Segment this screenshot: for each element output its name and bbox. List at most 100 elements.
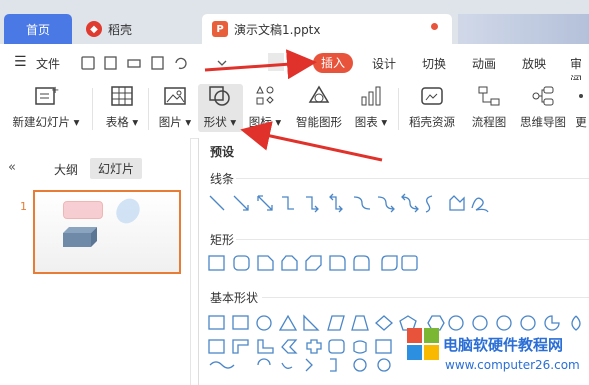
tab-document-label: 演示文稿1.pptx bbox=[234, 22, 321, 37]
thumb-leaf-shape bbox=[111, 194, 145, 228]
brace-icon bbox=[330, 358, 337, 372]
picture-label: 图片 bbox=[158, 115, 182, 129]
picture-button[interactable]: 图片 ▾ bbox=[156, 84, 194, 130]
docer-resource-icon bbox=[421, 87, 443, 105]
docer-logo-icon: ◆ bbox=[86, 21, 102, 37]
flowchart-button[interactable]: 流程图 bbox=[468, 84, 510, 130]
preview-icon bbox=[151, 56, 164, 70]
menu-file[interactable]: 文件 bbox=[36, 55, 60, 72]
shape-button[interactable]: 形状 ▾ bbox=[200, 84, 240, 130]
frame-icon bbox=[208, 339, 225, 354]
smart-shape-button[interactable]: 智能图形 bbox=[292, 84, 346, 130]
bracket-icon bbox=[305, 358, 313, 372]
collapse-panel-icon[interactable]: « bbox=[8, 160, 16, 175]
smart-shape-label: 智能图形 bbox=[296, 115, 342, 129]
table-label: 表格 bbox=[105, 115, 129, 129]
chevron-down-icon bbox=[217, 60, 227, 66]
line-icon bbox=[209, 195, 225, 211]
elbow-arrow-icon bbox=[306, 196, 319, 213]
double-arrow-line-icon bbox=[257, 195, 273, 211]
tab-slides[interactable]: 幻灯片 bbox=[90, 158, 143, 179]
can-icon bbox=[353, 340, 367, 354]
more-button[interactable]: 更 bbox=[574, 84, 588, 130]
slide-number: 1 bbox=[20, 200, 27, 213]
curved-double-arrow-icon bbox=[401, 193, 419, 213]
cube-icon bbox=[375, 339, 392, 354]
ribbon-divider bbox=[92, 88, 93, 130]
print-icon bbox=[127, 59, 141, 68]
tab-outline[interactable]: 大纲 bbox=[54, 161, 78, 178]
save-icon bbox=[81, 56, 95, 70]
table-button[interactable]: 表格 ▾ bbox=[102, 84, 142, 130]
diagonal-stripe-icon bbox=[281, 339, 298, 354]
docer-resource-label: 稻壳资源 bbox=[409, 115, 455, 129]
new-slide-button[interactable]: + 新建幻灯片 ▾ bbox=[10, 84, 82, 130]
docer-resource-button[interactable]: 稻壳资源 bbox=[405, 84, 459, 130]
elbow-double-arrow-icon bbox=[329, 193, 343, 213]
flowchart-icon bbox=[478, 86, 500, 106]
arrow-line-icon bbox=[233, 195, 249, 211]
export-icon bbox=[104, 56, 117, 70]
moon-icon bbox=[281, 362, 293, 369]
mindmap-icon bbox=[532, 86, 554, 106]
section-rectangles: 矩形 bbox=[210, 233, 235, 247]
l-shape-icon bbox=[257, 339, 274, 354]
hamburger-icon[interactable]: ☰ bbox=[14, 54, 27, 70]
donut-icon bbox=[353, 358, 367, 372]
icon-button[interactable]: 图标 ▾ bbox=[245, 84, 285, 130]
half-frame-icon bbox=[232, 339, 249, 354]
watermark-url: www.computer26.com bbox=[445, 358, 580, 372]
divider bbox=[262, 297, 589, 298]
shape-icon bbox=[209, 86, 230, 106]
tab-home[interactable]: 首页 bbox=[4, 14, 72, 44]
rounded-rectangle-icon bbox=[233, 255, 250, 271]
watermark: 电脑软硬件教程网 www.computer26.com bbox=[405, 326, 589, 385]
chart-button[interactable]: 图表 ▾ bbox=[352, 84, 390, 130]
tab-docer[interactable]: ◆ 稻壳 bbox=[78, 14, 196, 44]
undo-icon bbox=[175, 57, 187, 70]
round-same-side-rect-icon bbox=[353, 255, 370, 271]
rectangle-shapes-row[interactable] bbox=[206, 253, 426, 275]
line-shapes-row[interactable] bbox=[206, 192, 496, 216]
more-label: 更 bbox=[575, 115, 587, 129]
elbow-connector-icon bbox=[282, 196, 294, 210]
more-icon bbox=[579, 94, 583, 98]
round-diagonal-rect-icon bbox=[381, 255, 398, 271]
section-preset: 预设 bbox=[210, 145, 235, 159]
scribble-icon bbox=[471, 197, 489, 213]
icon-label: 图标 bbox=[248, 115, 272, 129]
tab-animation[interactable]: 动画 bbox=[472, 55, 496, 72]
chart-label: 图表 bbox=[354, 115, 378, 129]
cross-icon bbox=[306, 339, 322, 354]
tab-slideshow[interactable]: 放映 bbox=[522, 55, 546, 72]
smiley-icon bbox=[377, 358, 391, 372]
plaque-icon bbox=[328, 339, 345, 354]
triangle-icon bbox=[278, 314, 298, 331]
tab-overflow-area bbox=[458, 14, 589, 44]
snip-same-side-rect-icon bbox=[281, 255, 298, 271]
tab-insert-label: 插入 bbox=[320, 56, 345, 70]
tab-transition[interactable]: 切换 bbox=[422, 55, 446, 72]
ribbon-divider bbox=[398, 88, 399, 130]
unsaved-dot-icon bbox=[431, 23, 438, 30]
oval-icon bbox=[256, 315, 272, 331]
snip-diagonal-rect-icon bbox=[305, 255, 322, 271]
mindmap-button[interactable]: 思维导图 bbox=[516, 84, 570, 130]
slide-thumbnail[interactable] bbox=[33, 190, 181, 274]
quick-access-toolbar bbox=[81, 56, 227, 70]
section-lines: 线条 bbox=[210, 172, 235, 186]
ppt-file-icon: P bbox=[212, 21, 228, 37]
tab-insert[interactable]: 插入 bbox=[313, 53, 353, 73]
tab-design[interactable]: 设计 bbox=[372, 55, 396, 72]
curve-icon bbox=[425, 195, 433, 213]
picture-icon bbox=[164, 87, 186, 105]
thumb-rounded-rect bbox=[63, 201, 103, 219]
table-icon bbox=[111, 86, 133, 106]
tab-document[interactable]: P 演示文稿1.pptx bbox=[202, 14, 452, 44]
freeform-icon bbox=[449, 195, 465, 211]
text-box-icon bbox=[208, 315, 225, 330]
curved-arrow-icon bbox=[377, 196, 395, 213]
round-corner-rect-icon bbox=[329, 255, 346, 271]
scroll-left-button[interactable] bbox=[268, 53, 284, 71]
thumb-cube bbox=[63, 227, 97, 247]
